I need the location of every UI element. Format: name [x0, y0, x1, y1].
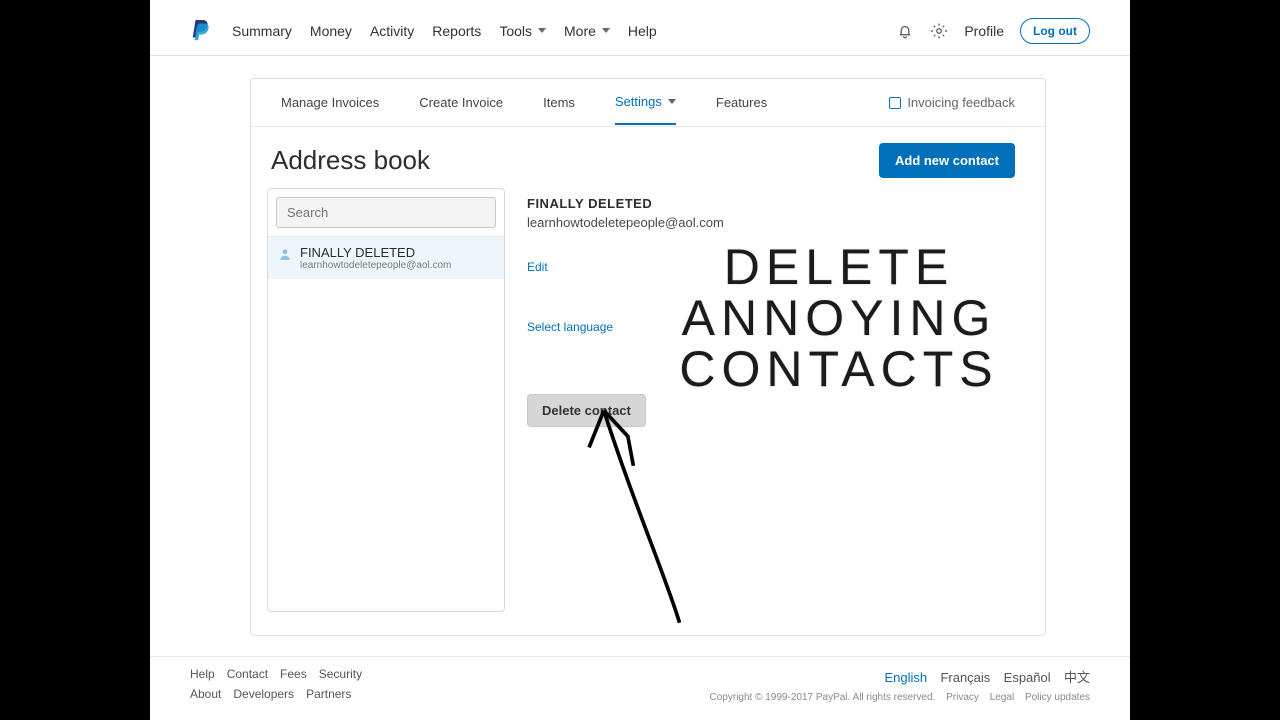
top-nav: Summary Money Activity Reports Tools Mor…	[150, 6, 1130, 56]
footer-partners[interactable]: Partners	[306, 687, 351, 701]
tabs-row: Manage Invoices Create Invoice Items Set…	[251, 79, 1045, 127]
footer-policy[interactable]: Policy updates	[1025, 692, 1090, 703]
footer-help[interactable]: Help	[190, 667, 215, 681]
nav-summary[interactable]: Summary	[232, 23, 292, 39]
tab-items[interactable]: Items	[543, 81, 575, 124]
nav-help[interactable]: Help	[628, 23, 657, 39]
nav-more[interactable]: More	[564, 23, 610, 39]
search-input[interactable]	[276, 197, 496, 228]
footer-about[interactable]: About	[190, 687, 221, 701]
contact-list-panel: FINALLY DELETED learnhowtodeletepeople@a…	[267, 188, 505, 612]
invoicing-card: Manage Invoices Create Invoice Items Set…	[250, 78, 1046, 636]
logout-button[interactable]: Log out	[1020, 18, 1090, 44]
footer-legal[interactable]: Legal	[990, 692, 1014, 703]
chevron-down-icon	[668, 99, 676, 104]
page-title: Address book	[271, 145, 430, 176]
nav-activity[interactable]: Activity	[370, 23, 414, 39]
tab-manage-invoices[interactable]: Manage Invoices	[281, 81, 379, 124]
arrow-annotation	[563, 392, 713, 632]
nav-tools[interactable]: Tools	[499, 23, 546, 39]
lang-english[interactable]: English	[884, 670, 927, 685]
detail-email: learnhowtodeletepeople@aol.com	[527, 215, 1017, 230]
list-item[interactable]: FINALLY DELETED learnhowtodeletepeople@a…	[268, 236, 504, 279]
nav-money[interactable]: Money	[310, 23, 352, 39]
invoicing-feedback-link[interactable]: Invoicing feedback	[889, 95, 1015, 110]
tab-create-invoice[interactable]: Create Invoice	[419, 81, 503, 124]
detail-name: FINALLY DELETED	[527, 196, 1017, 211]
contact-name: FINALLY DELETED	[300, 245, 451, 260]
paypal-logo	[190, 18, 212, 44]
chevron-down-icon	[602, 28, 610, 33]
chat-icon	[889, 97, 901, 109]
contact-detail-panel: FINALLY DELETED learnhowtodeletepeople@a…	[515, 188, 1029, 612]
footer-contact[interactable]: Contact	[227, 667, 268, 681]
gear-icon[interactable]	[930, 22, 948, 40]
contact-email: learnhowtodeletepeople@aol.com	[300, 260, 451, 271]
lang-francais[interactable]: Français	[940, 670, 990, 685]
edit-link[interactable]: Edit	[527, 260, 548, 274]
person-icon	[278, 247, 292, 261]
add-new-contact-button[interactable]: Add new contact	[879, 143, 1015, 178]
overlay-text: Delete Annoying Contacts	[649, 242, 1029, 395]
footer-developers[interactable]: Developers	[233, 687, 294, 701]
footer-security[interactable]: Security	[319, 667, 362, 681]
lang-espanol[interactable]: Español	[1004, 670, 1051, 685]
nav-reports[interactable]: Reports	[432, 23, 481, 39]
footer-privacy[interactable]: Privacy	[946, 692, 979, 703]
tab-features[interactable]: Features	[716, 81, 767, 124]
bell-icon[interactable]	[896, 22, 914, 40]
lang-chinese[interactable]: 中文	[1064, 670, 1090, 685]
footer: Help Contact Fees Security About Develop…	[150, 656, 1130, 720]
tab-settings[interactable]: Settings	[615, 80, 676, 125]
profile-link[interactable]: Profile	[964, 23, 1004, 39]
footer-fees[interactable]: Fees	[280, 667, 307, 681]
chevron-down-icon	[538, 28, 546, 33]
copyright-text: Copyright © 1999-2017 PayPal. All rights…	[710, 692, 936, 703]
select-language-link[interactable]: Select language	[527, 320, 613, 334]
feedback-label: Invoicing feedback	[907, 95, 1015, 110]
